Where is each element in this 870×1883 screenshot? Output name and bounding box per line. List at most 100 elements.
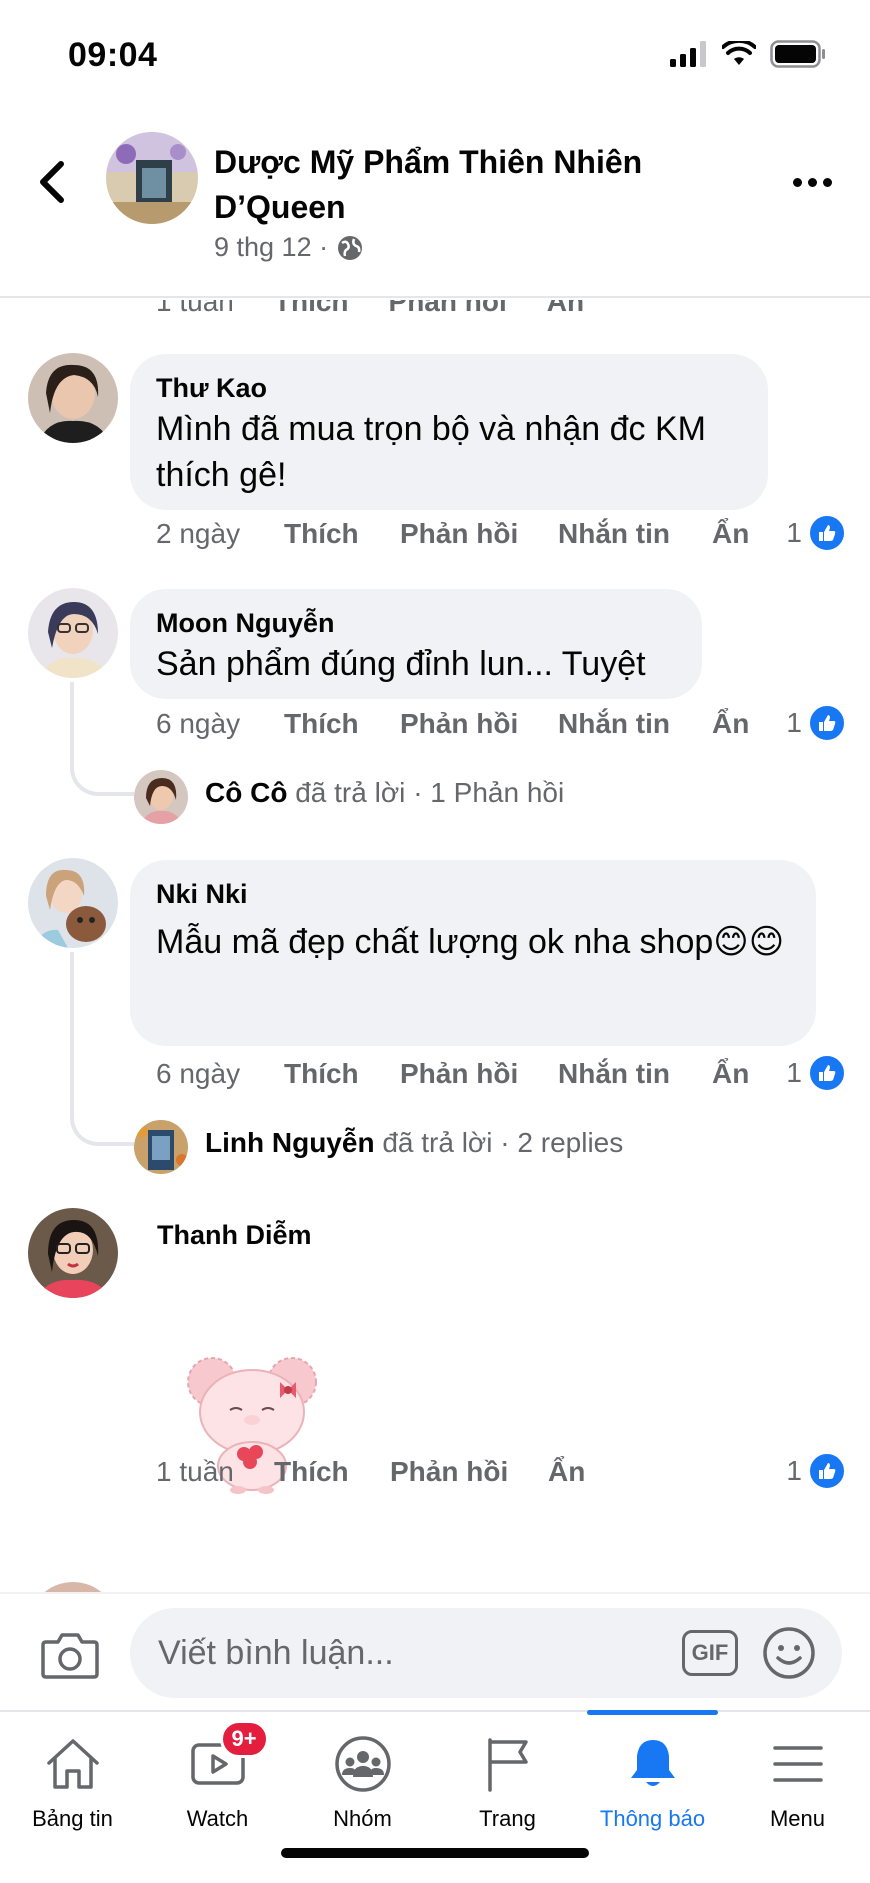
message-button[interactable]: Nhắn tin — [558, 708, 670, 740]
reaction-count[interactable]: 1 — [786, 704, 846, 742]
notification-badge: 9+ — [219, 1720, 269, 1758]
home-indicator — [281, 1848, 589, 1858]
like-reaction-icon — [808, 704, 846, 742]
status-time: 09:04 — [68, 36, 158, 74]
like-reaction-icon — [808, 1452, 846, 1490]
reply-button[interactable]: Phản hồi — [389, 300, 507, 318]
camera-icon — [41, 1633, 99, 1679]
comment-actions: 2 ngày Thích Phản hồi Nhắn tin Ẩn 1 — [156, 514, 846, 558]
comment-author[interactable]: Thanh Diễm — [157, 1217, 312, 1253]
page-avatar[interactable] — [106, 132, 198, 224]
comment-time: 1 tuần — [156, 1456, 234, 1487]
comment-composer: GIF — [0, 1592, 870, 1710]
thread-connector — [70, 682, 134, 796]
previous-comment-actions: 1 tuần Thích Phản hồi Ẩn — [156, 300, 584, 318]
comment-actions: 6 ngày Thích Phản hồi Nhắn tin Ẩn 1 — [156, 704, 846, 748]
hide-button[interactable]: Ẩn — [712, 1058, 749, 1090]
reply-count: · 2 replies — [500, 1127, 624, 1158]
reply-summary[interactable]: Cô Cô đã trả lời · 1 Phản hồi — [205, 777, 564, 809]
replier-avatar[interactable] — [134, 770, 188, 824]
camera-button[interactable] — [40, 1630, 100, 1680]
comment-author[interactable]: Nki Nki — [156, 876, 788, 912]
comment-text: Mình đã mua trọn bộ và nhận đc KM thích … — [156, 410, 706, 494]
hide-button[interactable]: Ẩn — [712, 518, 749, 550]
post-meta: 9 thg 12 · — [214, 232, 364, 263]
comment-text: Mẫu mã đẹp chất lượng ok nha shop😊😊 — [156, 923, 785, 961]
commenter-avatar[interactable] — [28, 353, 118, 443]
tab-label: Menu — [769, 1806, 826, 1831]
status-icons — [670, 40, 826, 68]
message-button[interactable]: Nhắn tin — [558, 518, 670, 550]
comment-bubble[interactable]: Thư Kao Mình đã mua trọn bộ và nhận đc K… — [130, 354, 768, 510]
reply-summary[interactable]: Linh Nguyễn đã trả lời · 2 replies — [205, 1127, 623, 1159]
reply-button[interactable]: Phản hồi — [400, 708, 518, 740]
like-button[interactable]: Thích — [274, 1456, 349, 1488]
tab-news-feed[interactable]: Bảng tin — [0, 1712, 145, 1842]
comment-bubble[interactable]: Moon Nguyễn Sản phẩm đúng đỉnh lun... Tu… — [130, 589, 702, 699]
tab-notifications[interactable]: Thông báo — [580, 1712, 725, 1842]
commenter-avatar[interactable] — [28, 1582, 118, 1592]
comment-time: 2 ngày — [156, 518, 241, 549]
thread-connector — [70, 952, 134, 1146]
hide-button[interactable]: Ẩn — [547, 300, 584, 318]
wifi-icon — [722, 41, 756, 65]
gif-button[interactable]: GIF — [682, 1630, 738, 1676]
cellular-signal-icon — [670, 41, 706, 67]
comment-bubble[interactable]: Nki Nki Mẫu mã đẹp chất lượng ok nha sho… — [130, 860, 816, 1046]
reaction-count[interactable]: 1 — [786, 514, 846, 552]
tab-groups[interactable]: Nhóm — [290, 1712, 435, 1842]
comments-list: 1 tuần Thích Phản hồi Ẩn Thư Kao Mình đã… — [0, 300, 870, 1592]
tab-menu[interactable]: Menu — [725, 1712, 870, 1842]
replier-name: Linh Nguyễn — [205, 1127, 375, 1158]
comment-actions: 1 tuần Thích Phản hồi Ẩn 1 — [156, 1452, 846, 1496]
flag-icon — [487, 1738, 528, 1792]
more-icon — [792, 177, 802, 187]
tab-label: Bảng tin — [32, 1806, 113, 1831]
commenter-avatar[interactable] — [28, 858, 118, 948]
tab-watch[interactable]: 9+ Watch — [145, 1712, 290, 1842]
globe-icon — [338, 235, 363, 260]
hide-button[interactable]: Ẩn — [712, 708, 749, 740]
reply-count: · 1 Phản hồi — [413, 777, 565, 808]
groups-icon — [334, 1736, 391, 1792]
page-name[interactable]: Dược Mỹ Phẩm Thiên Nhiên D’Queen — [214, 140, 714, 230]
battery-icon — [770, 40, 825, 68]
like-button[interactable]: Thích — [284, 518, 359, 550]
like-reaction-icon — [808, 1054, 846, 1092]
more-options-button[interactable] — [784, 164, 840, 200]
like-button[interactable]: Thích — [284, 1058, 359, 1090]
like-button[interactable]: Thích — [274, 300, 349, 318]
hide-button[interactable]: Ẩn — [548, 1456, 585, 1488]
tab-pages[interactable]: Trang — [435, 1712, 580, 1842]
back-button[interactable] — [30, 152, 74, 212]
comment-text: Sản phẩm đúng đỉnh lun... Tuyệt — [156, 645, 646, 683]
menu-icon — [772, 1746, 823, 1782]
tab-label: Watch — [186, 1806, 249, 1831]
reply-button[interactable]: Phản hồi — [400, 1058, 518, 1090]
tab-label: Trang — [479, 1806, 536, 1831]
reaction-count[interactable]: 1 — [786, 1054, 846, 1092]
message-button[interactable]: Nhắn tin — [558, 1058, 670, 1090]
reply-button[interactable]: Phản hồi — [400, 518, 518, 550]
post-header: Dược Mỹ Phẩm Thiên Nhiên D’Queen 9 thg 1… — [0, 112, 870, 298]
reaction-count[interactable]: 1 — [786, 1452, 846, 1490]
chevron-left-icon — [40, 161, 64, 203]
like-reaction-icon — [808, 514, 846, 552]
replier-name: Cô Cô — [205, 777, 288, 808]
emoji-button[interactable] — [762, 1626, 816, 1680]
like-button[interactable]: Thích — [284, 708, 359, 740]
post-date: 9 thg 12 · — [214, 232, 329, 262]
comment-author[interactable]: Moon Nguyễn — [156, 605, 674, 641]
tab-label: Thông báo — [599, 1806, 706, 1831]
comment-actions: 6 ngày Thích Phản hồi Nhắn tin Ẩn 1 — [156, 1054, 846, 1098]
reply-button[interactable]: Phản hồi — [390, 1456, 508, 1488]
commenter-avatar[interactable] — [28, 588, 118, 678]
bell-icon — [630, 1740, 675, 1786]
comment-time: 6 ngày — [156, 1058, 241, 1089]
comment-author[interactable]: Thư Kao — [156, 370, 740, 406]
commenter-avatar[interactable] — [28, 1208, 118, 1298]
tab-label: Nhóm — [333, 1806, 392, 1831]
replier-avatar[interactable] — [134, 1120, 188, 1174]
status-bar: 09:04 — [0, 0, 870, 112]
home-icon — [46, 1739, 99, 1789]
